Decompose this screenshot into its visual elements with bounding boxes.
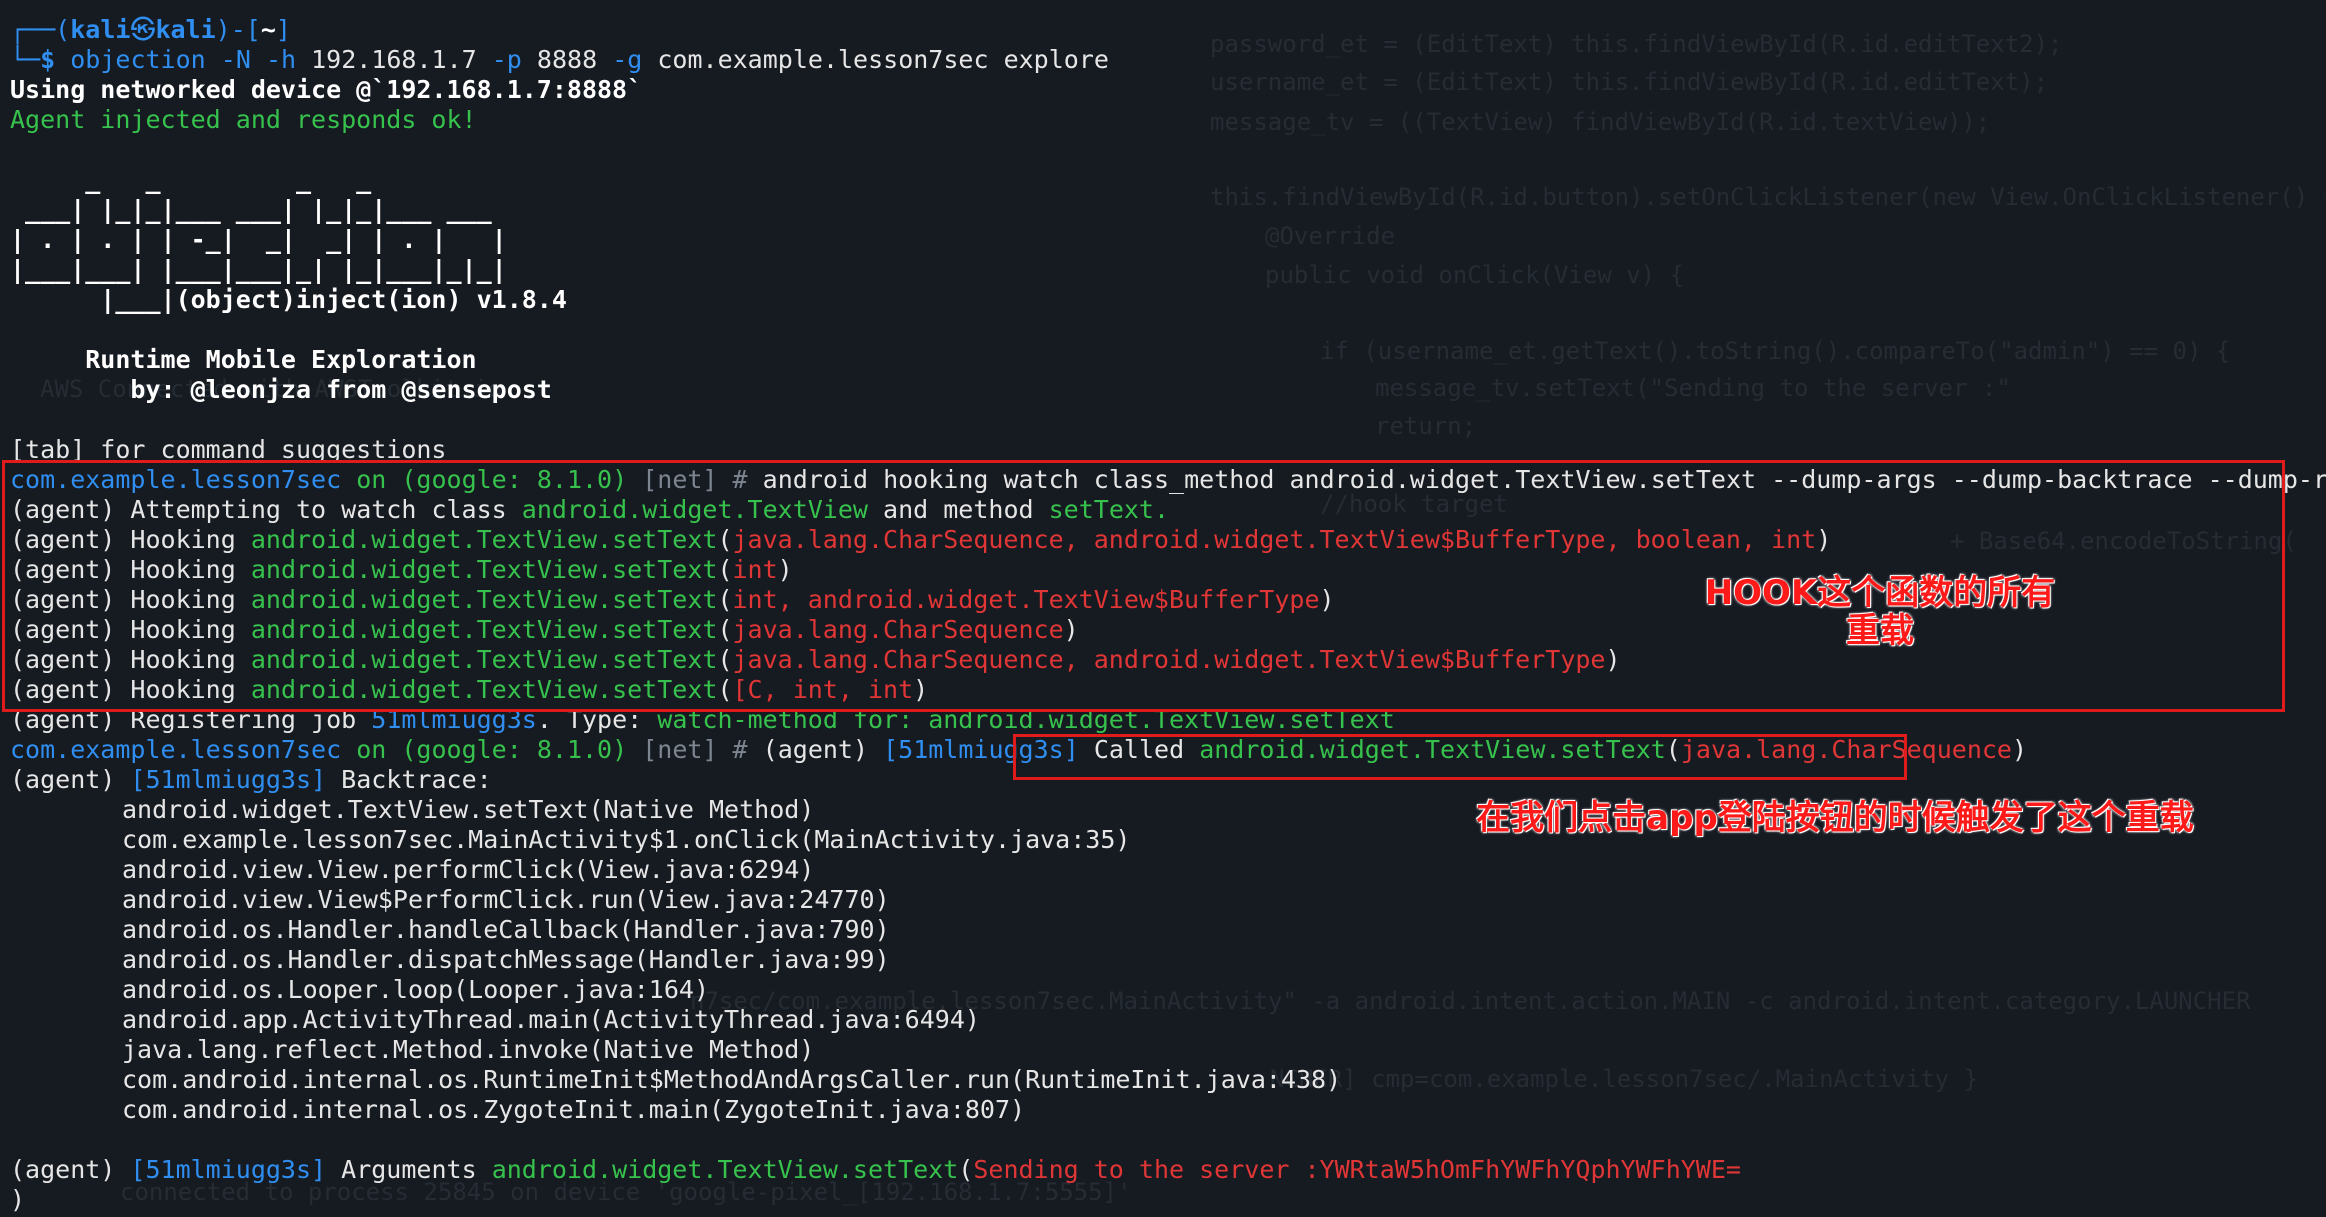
session-device: (google: 8.1.0) <box>401 735 628 764</box>
arguments-line: (agent) [51mlmiugg3s] Arguments android.… <box>10 1155 1741 1184</box>
job-id: [51mlmiugg3s] <box>130 765 327 794</box>
backtrace-label: Backtrace: <box>341 765 492 794</box>
runtime-title: Runtime Mobile Exploration <box>10 345 477 374</box>
session-net: [net] <box>642 735 718 764</box>
annotation-triggered: 在我们点击app登陆按钮的时候触发了这个重载 <box>1476 798 2194 838</box>
agent-prefix: (agent) <box>10 765 116 794</box>
command-name: objection <box>70 45 206 74</box>
prompt-cwd: ~ <box>260 15 276 44</box>
backtrace-frame: android.os.Looper.loop(Looper.java:164) <box>122 975 709 1004</box>
command-flag: -N <box>220 45 251 74</box>
logo-line: |___|___| |___|___|_| |_|___|_|_| <box>10 255 507 284</box>
command-flag: -g <box>612 45 643 74</box>
session-package: com.example.lesson7sec <box>10 735 342 764</box>
agent-prefix: (agent) <box>10 1155 116 1184</box>
command-package: com.example.lesson7sec <box>657 45 989 74</box>
prompt-at-symbol: ㉿ <box>130 15 156 44</box>
backtrace-frame: android.os.Handler.dispatchMessage(Handl… <box>122 945 890 974</box>
arguments-value: Sending to the server :YWRtaW5hOmFhYWFhY… <box>973 1155 1741 1184</box>
author-line: by: @leonjza from @sensepost <box>10 375 552 404</box>
logo-line: _ _ _ _ <box>10 165 372 194</box>
session-hash: # <box>732 735 748 764</box>
called-highlight-box <box>1013 734 1907 780</box>
agent-prefix: (agent) <box>762 735 869 764</box>
prompt-user: kali <box>70 15 131 44</box>
backtrace-frame: com.android.internal.os.RuntimeInit$Meth… <box>122 1065 1342 1094</box>
backtrace-frame: android.view.View.performClick(View.java… <box>122 855 815 884</box>
job-id: [51mlmiugg3s] <box>130 1155 327 1184</box>
backtrace-frame: android.os.Handler.handleCallback(Handle… <box>122 915 890 944</box>
logo-line: ___| |_|_|___ ___| |_|_|___ ___ <box>10 195 492 224</box>
logo-version-line: |___|(object)inject(ion) v1.8.4 <box>10 285 567 314</box>
agent-injected-line: Agent injected and responds ok! <box>10 105 477 134</box>
command-flag: -p <box>491 45 522 74</box>
command-flag: -h <box>265 45 297 74</box>
command-action: explore <box>1003 45 1109 74</box>
prompt-host: kali <box>155 15 216 44</box>
prompt-dollar: $ <box>40 45 56 74</box>
arguments-label: Arguments <box>341 1155 477 1184</box>
command-line: └─$ objection -N -h 192.168.1.7 -p 8888 … <box>10 45 1109 74</box>
annotation-line: 重载 <box>1846 611 1914 651</box>
networked-device-line: Using networked device @`192.168.1.7:888… <box>10 75 643 104</box>
command-host: 192.168.1.7 <box>311 45 477 74</box>
logo-line: | . | . | | -_| _| _| | . | | <box>10 225 507 254</box>
arguments-close-line: ) <box>10 1185 26 1214</box>
arguments-method: android.widget.TextView.setText <box>491 1155 959 1184</box>
session-on: on <box>356 735 387 764</box>
backtrace-frame: android.view.View$PerformClick.run(View.… <box>122 885 890 914</box>
annotation-hook-all: HOOK这个函数的所有 重载 <box>1680 574 2080 650</box>
prompt-line: ┌──(kali㉿kali)-[~] <box>10 15 291 44</box>
backtrace-frame: java.lang.reflect.Method.invoke(Native M… <box>122 1035 815 1064</box>
annotation-line: HOOK这个函数的所有 <box>1704 573 2056 613</box>
backtrace-frame: com.android.internal.os.ZygoteInit.main(… <box>122 1095 1026 1124</box>
backtrace-frame: android.app.ActivityThread.main(Activity… <box>122 1005 980 1034</box>
command-port: 8888 <box>536 45 598 74</box>
